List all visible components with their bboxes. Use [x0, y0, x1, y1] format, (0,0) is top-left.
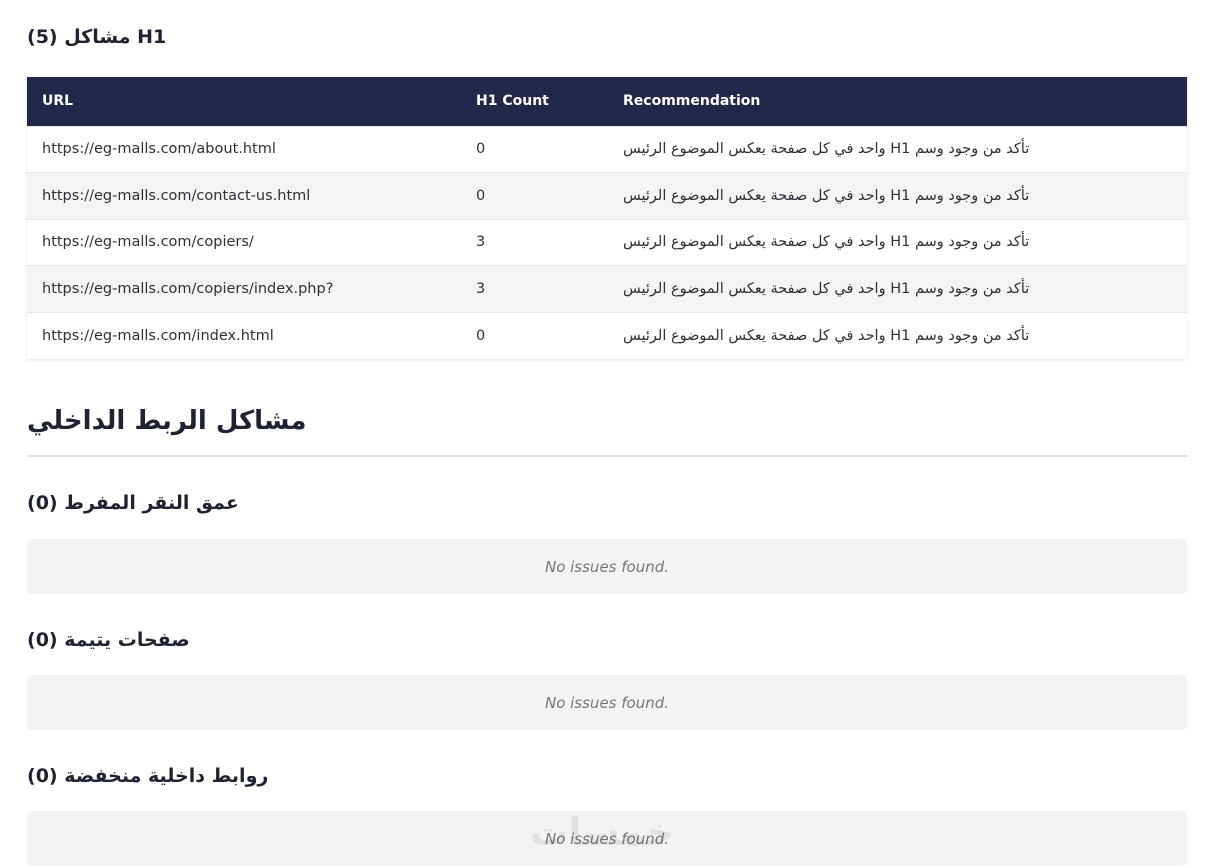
h1-issues-table: URL H1 Count Recommendation https://eg-m…: [27, 77, 1187, 359]
recommendation-text: تأكد من وجود وسم H1 واحد في كل صفحة يعكس…: [623, 234, 1030, 251]
recommendation-text: تأكد من وجود وسم H1 واحد في كل صفحة يعكس…: [623, 187, 1030, 204]
table-row: https://eg-malls.com/contact-us.html 0 ت…: [27, 172, 1187, 219]
recommendation-cell: تأكد من وجود وسم H1 واحد في كل صفحة يعكس…: [608, 218, 1187, 266]
low-internal-links-empty-state: No issues found.: [27, 811, 1187, 866]
section-divider: [27, 455, 1187, 457]
url-cell: https://eg-malls.com/about.html: [27, 125, 461, 173]
report-page: مشاكل (5) H1 URL H1 Count Recommendation…: [0, 0, 1213, 866]
url-cell: https://eg-malls.com/copiers/index.php?: [27, 265, 461, 312]
column-header-recommendation: Recommendation: [623, 93, 761, 110]
recommendation-text: تأكد من وجود وسم H1 واحد في كل صفحة يعكس…: [623, 141, 1030, 158]
orphan-pages-title: صفحات يتيمة (0): [27, 629, 190, 651]
recommendation-cell: تأكد من وجود وسم H1 واحد في كل صفحة يعكس…: [608, 125, 1187, 173]
h1-count-cell: 3: [461, 265, 608, 312]
table-row: https://eg-malls.com/copiers/ 3 تأكد من …: [27, 218, 1187, 266]
column-header-h1-count: H1 Count: [476, 93, 549, 110]
recommendation-cell: تأكد من وجود وسم H1 واحد في كل صفحة يعكس…: [608, 265, 1187, 312]
h1-count-cell: 3: [461, 218, 608, 266]
low-internal-links-title: روابط داخلية منخفضة (0): [27, 765, 269, 787]
table-row: https://eg-malls.com/copiers/index.php? …: [27, 265, 1187, 312]
click-depth-empty-state: No issues found.: [27, 539, 1187, 594]
url-cell: https://eg-malls.com/index.html: [27, 311, 461, 359]
h1-issues-title: مشاكل (5) H1: [27, 26, 167, 48]
h1-count-cell: 0: [461, 125, 608, 173]
table-header-row: URL H1 Count Recommendation: [27, 77, 1187, 126]
h1-count-cell: 0: [461, 311, 608, 359]
click-depth-title: عمق النقر المفرط (0): [27, 492, 239, 514]
recommendation-text: تأكد من وجود وسم H1 واحد في كل صفحة يعكس…: [623, 327, 1030, 344]
recommendation-cell: تأكد من وجود وسم H1 واحد في كل صفحة يعكس…: [608, 172, 1187, 219]
table-row: https://eg-malls.com/about.html 0 تأكد م…: [27, 125, 1187, 173]
table-row: https://eg-malls.com/index.html 0 تأكد م…: [27, 311, 1187, 359]
recommendation-cell: تأكد من وجود وسم H1 واحد في كل صفحة يعكس…: [608, 311, 1187, 359]
internal-linking-title: مشاكل الربط الداخلي: [27, 406, 307, 436]
recommendation-text: تأكد من وجود وسم H1 واحد في كل صفحة يعكس…: [623, 280, 1030, 297]
orphan-pages-empty-state: No issues found.: [27, 675, 1187, 730]
url-cell: https://eg-malls.com/copiers/: [27, 218, 461, 266]
h1-count-cell: 0: [461, 172, 608, 219]
column-header-url: URL: [42, 93, 74, 110]
url-cell: https://eg-malls.com/contact-us.html: [27, 172, 461, 219]
